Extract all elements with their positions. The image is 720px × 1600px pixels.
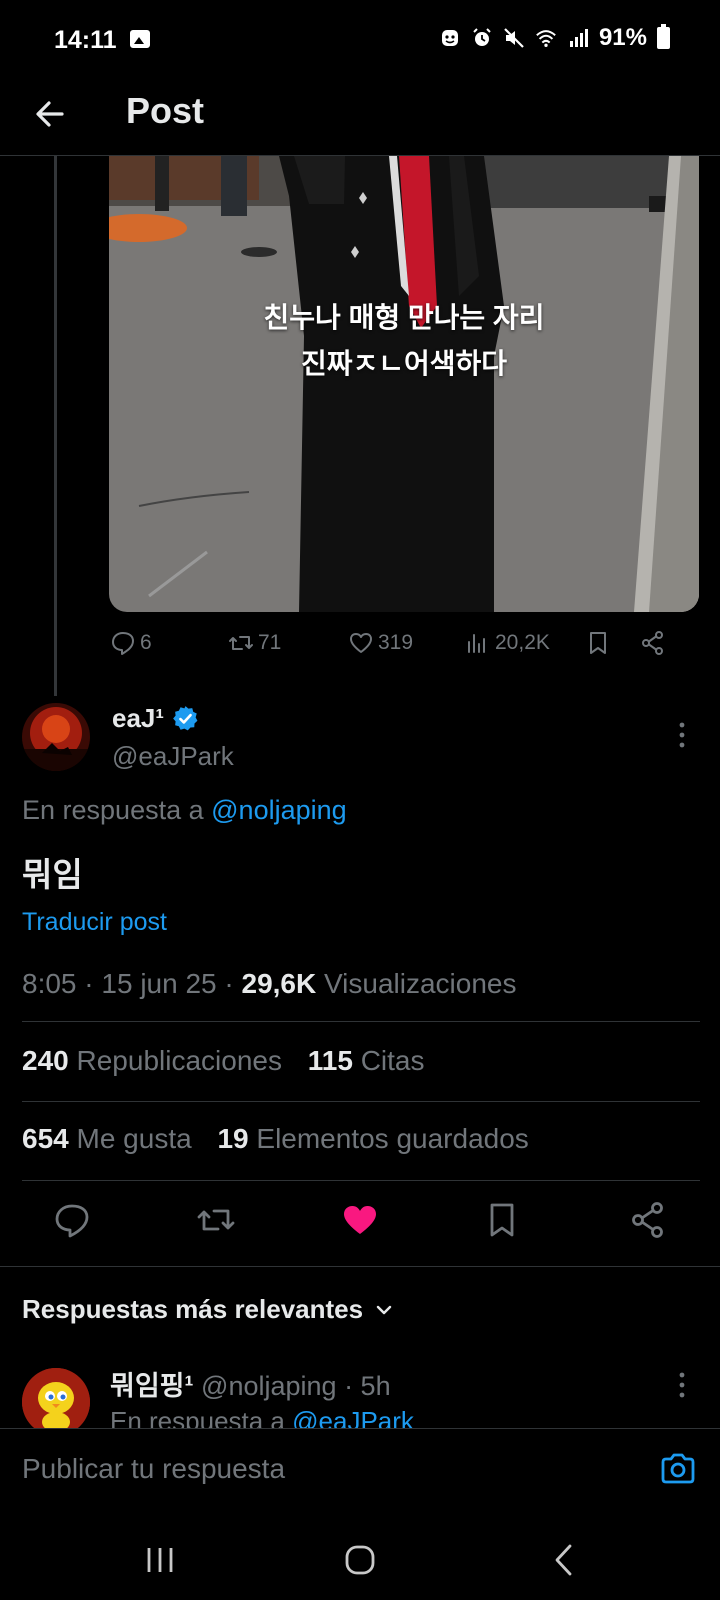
quotes-stat[interactable]: 115 Citas bbox=[308, 1045, 425, 1076]
divider bbox=[22, 1021, 700, 1022]
parent-bookmark-button[interactable] bbox=[585, 630, 611, 656]
author-handle[interactable]: @eaJPark bbox=[112, 741, 234, 772]
parent-post-actions: 6 71 319 20,2K bbox=[110, 630, 690, 666]
parent-reply-count: 6 bbox=[140, 631, 152, 654]
reply-to-handle-link[interactable]: @noljaping bbox=[211, 795, 347, 825]
bookmarks-stat[interactable]: 19 Elementos guardados bbox=[217, 1123, 528, 1154]
author-avatar[interactable] bbox=[22, 703, 90, 771]
reply-to-prefix: En respuesta a bbox=[22, 795, 204, 825]
author-name-row[interactable]: eaJ¹ bbox=[112, 703, 199, 734]
replies-section-title: Respuestas más relevantes bbox=[22, 1294, 364, 1324]
parent-views-count: 20,2K bbox=[495, 631, 550, 654]
image-icon bbox=[130, 30, 150, 48]
image-caption-line2: 진짜ㅈㄴ어색하다 bbox=[300, 348, 508, 379]
reply-avatar-image bbox=[22, 1368, 90, 1436]
verified-badge-icon bbox=[173, 706, 198, 731]
translate-post-link[interactable]: Traducir post bbox=[22, 908, 167, 937]
bookmarks-count: 19 bbox=[217, 1123, 249, 1154]
reply-compose-bar[interactable]: Publicar tu respuesta bbox=[0, 1428, 720, 1511]
reply-author-handle: @noljaping bbox=[201, 1371, 337, 1401]
post-views-label: Visualizaciones bbox=[324, 968, 517, 999]
reposts-count: 240 bbox=[22, 1045, 69, 1076]
chevron-down-icon bbox=[376, 1305, 392, 1314]
back-nav-icon[interactable] bbox=[545, 1540, 585, 1580]
quotes-label: Citas bbox=[360, 1045, 425, 1076]
arrow-left-icon[interactable] bbox=[30, 94, 70, 134]
status-time: 14:11 bbox=[54, 26, 117, 54]
thread-connector-line bbox=[54, 156, 57, 696]
parent-share-button[interactable] bbox=[640, 630, 666, 656]
share-icon bbox=[642, 631, 663, 655]
parent-post-image[interactable]: 친누나 매형 만나는 자리 진짜ㅈㄴ어색하다 bbox=[109, 156, 699, 612]
reply-author-name: 뭐임핑¹ bbox=[110, 1371, 194, 1401]
views-chart-icon bbox=[468, 634, 485, 653]
more-options-icon[interactable] bbox=[678, 720, 686, 750]
divider bbox=[22, 1101, 700, 1102]
reply-input-placeholder[interactable]: Publicar tu respuesta bbox=[22, 1453, 285, 1485]
bookmarks-label: Elementos guardados bbox=[256, 1123, 529, 1154]
like-bookmark-stats: 654 Me gusta 19 Elementos guardados bbox=[22, 1123, 529, 1155]
photo-illustration bbox=[109, 156, 699, 612]
reply-more-options-icon[interactable] bbox=[678, 1370, 686, 1400]
post-action-bar bbox=[0, 1200, 720, 1250]
post-time: 8:05 bbox=[22, 968, 77, 999]
repost-icon bbox=[229, 636, 253, 650]
parent-repost-button[interactable]: 71 bbox=[228, 630, 281, 656]
avatar-image bbox=[22, 703, 90, 771]
battery-icon bbox=[657, 24, 670, 49]
reply-age: · 5h bbox=[344, 1371, 391, 1401]
parent-repost-count: 71 bbox=[258, 631, 282, 654]
post-views-count: 29,6K bbox=[241, 968, 317, 999]
post-meta: 8:05 · 15 jun 25 · 29,6K Visualizaciones bbox=[22, 968, 517, 999]
parent-reply-button[interactable]: 6 bbox=[110, 630, 152, 656]
parent-like-count: 319 bbox=[378, 631, 414, 654]
reply-context: En respuesta a @noljaping bbox=[22, 795, 347, 826]
reply-icon bbox=[112, 632, 134, 655]
post-text: 뭐임 bbox=[22, 856, 83, 893]
system-nav-bar bbox=[0, 1510, 720, 1600]
likes-stat[interactable]: 654 Me gusta bbox=[22, 1123, 192, 1154]
reposts-stat[interactable]: 240 Republicaciones bbox=[22, 1045, 282, 1076]
face-icon bbox=[441, 30, 458, 46]
reply-author-avatar[interactable] bbox=[22, 1368, 90, 1436]
likes-label: Me gusta bbox=[76, 1123, 192, 1154]
camera-icon[interactable] bbox=[658, 1449, 698, 1489]
divider bbox=[0, 1266, 720, 1267]
parent-like-button[interactable]: 319 bbox=[348, 630, 413, 656]
alarm-icon bbox=[473, 28, 491, 46]
likes-count: 654 bbox=[22, 1123, 69, 1154]
mute-icon bbox=[504, 28, 524, 48]
repost-icon[interactable] bbox=[196, 1200, 236, 1240]
share-icon[interactable] bbox=[628, 1200, 668, 1240]
heart-filled-icon[interactable] bbox=[340, 1200, 380, 1240]
status-icons: 91% bbox=[439, 24, 670, 52]
recent-apps-icon[interactable] bbox=[140, 1540, 180, 1580]
status-bar: 14:11 91% bbox=[0, 0, 720, 80]
heart-icon bbox=[350, 633, 372, 653]
wifi-icon bbox=[536, 30, 556, 47]
top-header: Post bbox=[0, 80, 720, 156]
post-date: 15 jun 25 bbox=[101, 968, 217, 999]
repost-quote-stats: 240 Republicaciones 115 Citas bbox=[22, 1045, 425, 1077]
reply-author-row[interactable]: 뭐임핑¹ @noljaping · 5h bbox=[110, 1364, 391, 1403]
home-icon[interactable] bbox=[340, 1540, 380, 1580]
page-title: Post bbox=[126, 90, 205, 131]
battery-percent: 91% bbox=[598, 24, 647, 51]
author-name: eaJ¹ bbox=[112, 703, 165, 733]
bookmark-icon bbox=[590, 632, 606, 654]
signal-icon bbox=[569, 29, 588, 47]
image-caption-line1: 친누나 매형 만나는 자리 bbox=[263, 302, 545, 333]
replies-sort-dropdown[interactable]: Respuestas más relevantes bbox=[22, 1294, 393, 1325]
quotes-count: 115 bbox=[307, 1045, 353, 1076]
bookmark-icon[interactable] bbox=[482, 1200, 522, 1240]
reposts-label: Republicaciones bbox=[76, 1045, 282, 1076]
parent-views-button[interactable]: 20,2K bbox=[465, 630, 550, 656]
divider bbox=[22, 1180, 700, 1181]
reply-icon[interactable] bbox=[52, 1200, 92, 1240]
